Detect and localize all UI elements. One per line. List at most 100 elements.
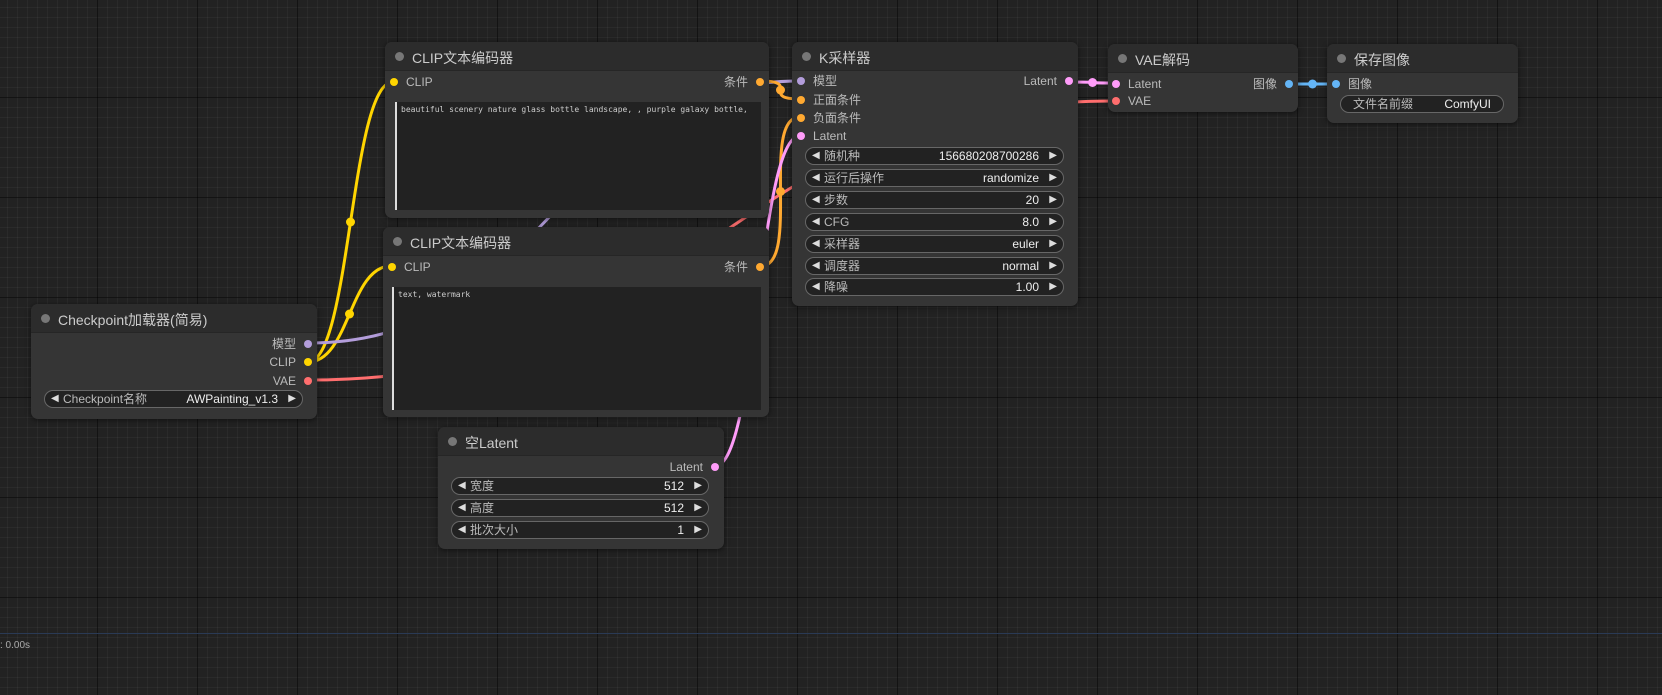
output-slot-model[interactable]: 模型 xyxy=(272,336,312,352)
vae-decode-node[interactable]: VAE解码 Latent VAE 图像 xyxy=(1108,44,1298,112)
slot-dot-icon[interactable] xyxy=(390,78,398,86)
node-title-bar[interactable]: 保存图像 xyxy=(1327,44,1518,73)
slot-dot-icon[interactable] xyxy=(711,463,719,471)
scheduler-combo[interactable]: ◀ 调度器 normal ▶ xyxy=(805,257,1064,275)
slot-dot-icon[interactable] xyxy=(797,77,805,85)
arrow-left-icon[interactable]: ◀ xyxy=(812,281,820,293)
wire-midpoint-dot[interactable] xyxy=(1308,79,1317,89)
wire-clip-to-positive[interactable] xyxy=(306,80,395,364)
wire-midpoint-dot[interactable] xyxy=(776,187,785,196)
arrow-right-icon[interactable]: ▶ xyxy=(1049,238,1057,250)
collapse-dot-icon[interactable] xyxy=(1337,54,1346,63)
arrow-right-icon[interactable]: ▶ xyxy=(1049,281,1057,293)
output-slot-vae[interactable]: VAE xyxy=(273,373,312,389)
arrow-left-icon[interactable]: ◀ xyxy=(812,216,820,228)
output-slot-latent[interactable]: Latent xyxy=(670,459,719,475)
node-title-bar[interactable]: CLIP文本编码器 xyxy=(383,227,769,256)
input-slot-positive[interactable]: 正面条件 xyxy=(797,92,861,108)
arrow-left-icon[interactable]: ◀ xyxy=(51,393,59,405)
wire-midpoint-dot[interactable] xyxy=(346,217,355,227)
denoise-stepper[interactable]: ◀ 降噪 1.00 ▶ xyxy=(805,278,1064,296)
control-after-generate-combo[interactable]: ◀ 运行后操作 randomize ▶ xyxy=(805,169,1064,187)
slot-dot-icon[interactable] xyxy=(1285,80,1293,88)
arrow-right-icon[interactable]: ▶ xyxy=(1049,172,1057,184)
input-slot-vae[interactable]: VAE xyxy=(1112,93,1151,109)
checkpoint-loader-node[interactable]: Checkpoint加载器(简易) 模型 CLIP VAE ◀ Checkpoi… xyxy=(31,304,317,419)
slot-dot-icon[interactable] xyxy=(1332,80,1340,88)
arrow-left-icon[interactable]: ◀ xyxy=(812,260,820,272)
input-slot-negative[interactable]: 负面条件 xyxy=(797,110,861,126)
slot-dot-icon[interactable] xyxy=(797,114,805,122)
slot-dot-icon[interactable] xyxy=(1112,97,1120,105)
batch-size-stepper[interactable]: ◀ 批次大小 1 ▶ xyxy=(451,521,709,539)
arrow-left-icon[interactable]: ◀ xyxy=(458,480,466,492)
node-title-bar[interactable]: VAE解码 xyxy=(1108,44,1298,73)
filename-prefix-input[interactable]: 文件名前缀 ComfyUI xyxy=(1340,95,1504,113)
collapse-dot-icon[interactable] xyxy=(1118,54,1127,63)
arrow-right-icon[interactable]: ▶ xyxy=(1049,150,1057,162)
input-slot-clip[interactable]: CLIP xyxy=(388,259,431,275)
slot-dot-icon[interactable] xyxy=(304,340,312,348)
output-slot-conditioning[interactable]: 条件 xyxy=(724,74,764,90)
save-image-node[interactable]: 保存图像 图像 文件名前缀 ComfyUI xyxy=(1327,44,1518,123)
collapse-dot-icon[interactable] xyxy=(802,52,811,61)
collapse-dot-icon[interactable] xyxy=(41,314,50,323)
slot-dot-icon[interactable] xyxy=(756,78,764,86)
node-title-bar[interactable]: K采样器 xyxy=(792,42,1078,71)
input-slot-image[interactable]: 图像 xyxy=(1332,76,1372,92)
output-slot-clip[interactable]: CLIP xyxy=(269,354,312,370)
arrow-left-icon[interactable]: ◀ xyxy=(458,524,466,536)
width-stepper[interactable]: ◀ 宽度 512 ▶ xyxy=(451,477,709,495)
arrow-right-icon[interactable]: ▶ xyxy=(1049,194,1057,206)
wire-midpoint-dot[interactable] xyxy=(776,85,785,95)
steps-stepper[interactable]: ◀ 步数 20 ▶ xyxy=(805,191,1064,209)
arrow-left-icon[interactable]: ◀ xyxy=(812,172,820,184)
height-stepper[interactable]: ◀ 高度 512 ▶ xyxy=(451,499,709,517)
wire-midpoint-dot[interactable] xyxy=(345,309,354,319)
slot-dot-icon[interactable] xyxy=(1112,80,1120,88)
arrow-right-icon[interactable]: ▶ xyxy=(288,393,296,405)
slot-dot-icon[interactable] xyxy=(388,263,396,271)
input-slot-latent[interactable]: Latent xyxy=(797,128,846,144)
wire-clip-to-negative[interactable] xyxy=(306,264,393,364)
wire-midpoint-dot[interactable] xyxy=(1088,78,1097,87)
sampler-combo[interactable]: ◀ 采样器 euler ▶ xyxy=(805,235,1064,253)
slot-label: Latent xyxy=(1128,77,1162,91)
node-title-bar[interactable]: 空Latent xyxy=(438,427,724,456)
seed-stepper[interactable]: ◀ 随机种 156680208700286 ▶ xyxy=(805,147,1064,165)
arrow-left-icon[interactable]: ◀ xyxy=(812,238,820,250)
prompt-textarea[interactable]: beautiful scenery nature glass bottle la… xyxy=(395,102,761,210)
slot-dot-icon[interactable] xyxy=(756,263,764,271)
slot-dot-icon[interactable] xyxy=(797,96,805,104)
slot-dot-icon[interactable] xyxy=(1065,77,1073,85)
ksampler-node[interactable]: K采样器 模型 正面条件 负面条件 Latent Latent ◀ 随机种 15… xyxy=(792,42,1078,306)
collapse-dot-icon[interactable] xyxy=(395,52,404,61)
collapse-dot-icon[interactable] xyxy=(393,237,402,246)
node-title-bar[interactable]: Checkpoint加载器(简易) xyxy=(31,304,317,333)
empty-latent-node[interactable]: 空Latent Latent ◀ 宽度 512 ▶ ◀ 高度 512 ▶ ◀ 批… xyxy=(438,427,724,549)
arrow-left-icon[interactable]: ◀ xyxy=(812,150,820,162)
output-slot-latent[interactable]: Latent xyxy=(1024,73,1073,89)
input-slot-latent[interactable]: Latent xyxy=(1112,76,1161,92)
node-title-bar[interactable]: CLIP文本编码器 xyxy=(385,42,769,71)
checkpoint-name-combo[interactable]: ◀ Checkpoint名称 AWPainting_v1.3 ▶ xyxy=(44,390,303,408)
arrow-left-icon[interactable]: ◀ xyxy=(812,194,820,206)
clip-text-encode-negative-node[interactable]: CLIP文本编码器 CLIP 条件 text, watermark xyxy=(383,227,769,417)
arrow-right-icon[interactable]: ▶ xyxy=(694,502,702,514)
slot-dot-icon[interactable] xyxy=(304,377,312,385)
arrow-right-icon[interactable]: ▶ xyxy=(1049,260,1057,272)
output-slot-image[interactable]: 图像 xyxy=(1253,76,1293,92)
output-slot-conditioning[interactable]: 条件 xyxy=(724,259,764,275)
arrow-left-icon[interactable]: ◀ xyxy=(458,502,466,514)
prompt-textarea[interactable]: text, watermark xyxy=(392,287,761,410)
cfg-stepper[interactable]: ◀ CFG 8.0 ▶ xyxy=(805,213,1064,231)
clip-text-encode-positive-node[interactable]: CLIP文本编码器 CLIP 条件 beautiful scenery natu… xyxy=(385,42,769,218)
arrow-right-icon[interactable]: ▶ xyxy=(694,480,702,492)
input-slot-clip[interactable]: CLIP xyxy=(390,74,433,90)
arrow-right-icon[interactable]: ▶ xyxy=(1049,216,1057,228)
arrow-right-icon[interactable]: ▶ xyxy=(694,524,702,536)
slot-dot-icon[interactable] xyxy=(797,132,805,140)
slot-dot-icon[interactable] xyxy=(304,358,312,366)
input-slot-model[interactable]: 模型 xyxy=(797,73,837,89)
collapse-dot-icon[interactable] xyxy=(448,437,457,446)
